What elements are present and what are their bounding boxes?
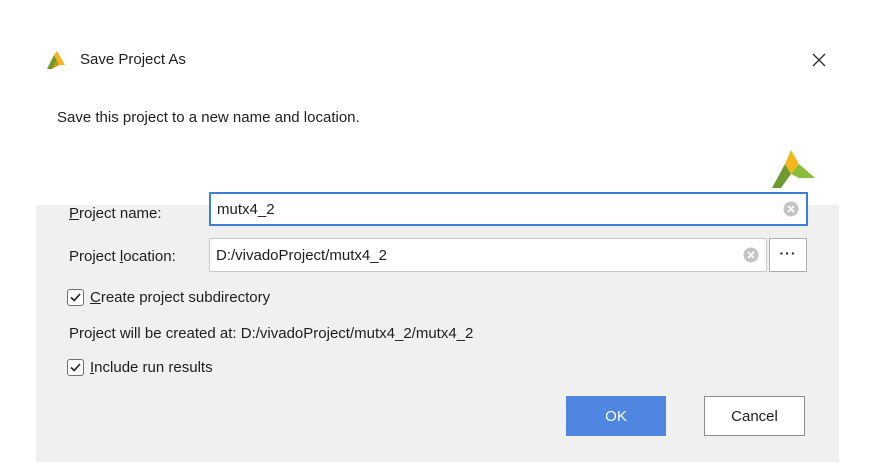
checkbox-box[interactable]	[67, 359, 84, 376]
window-title: Save Project As	[80, 51, 186, 68]
include-run-results-label: Include run results	[90, 359, 213, 376]
project-name-label: Project name:	[69, 205, 162, 222]
create-subdirectory-checkbox[interactable]: Create project subdirectory	[67, 289, 270, 306]
vivado-logo-icon	[47, 51, 65, 69]
browse-button[interactable]: ···	[769, 238, 807, 272]
save-project-dialog: Save Project As Save this project to a n…	[36, 40, 839, 462]
cancel-button[interactable]: Cancel	[704, 396, 805, 436]
checkbox-box[interactable]	[67, 289, 84, 306]
header-description: Save this project to a new name and loca…	[57, 109, 360, 126]
project-name-input[interactable]: mutx4_2	[209, 192, 808, 226]
clear-icon[interactable]	[783, 201, 799, 217]
header-panel: Save this project to a new name and loca…	[36, 80, 839, 205]
ok-button[interactable]: OK	[566, 396, 666, 436]
project-location-label: Project location:	[69, 248, 176, 265]
project-location-input[interactable]: D:/vivadoProject/mutx4_2	[209, 238, 767, 272]
create-subdirectory-label: Create project subdirectory	[90, 289, 271, 306]
checkmark-icon	[70, 363, 81, 372]
checkmark-icon	[70, 293, 81, 302]
vivado-logo-icon	[772, 150, 815, 188]
close-icon	[812, 53, 826, 67]
title-bar: Save Project As	[36, 40, 839, 80]
clear-icon[interactable]	[743, 247, 759, 263]
close-button[interactable]	[799, 40, 839, 80]
include-run-results-checkbox[interactable]: Include run results	[67, 359, 213, 376]
project-name-value[interactable]: mutx4_2	[211, 201, 783, 218]
project-location-value[interactable]: D:/vivadoProject/mutx4_2	[210, 247, 743, 264]
ellipsis-icon: ···	[779, 245, 797, 261]
created-at-text: Project will be created at: D:/vivadoPro…	[69, 325, 474, 342]
